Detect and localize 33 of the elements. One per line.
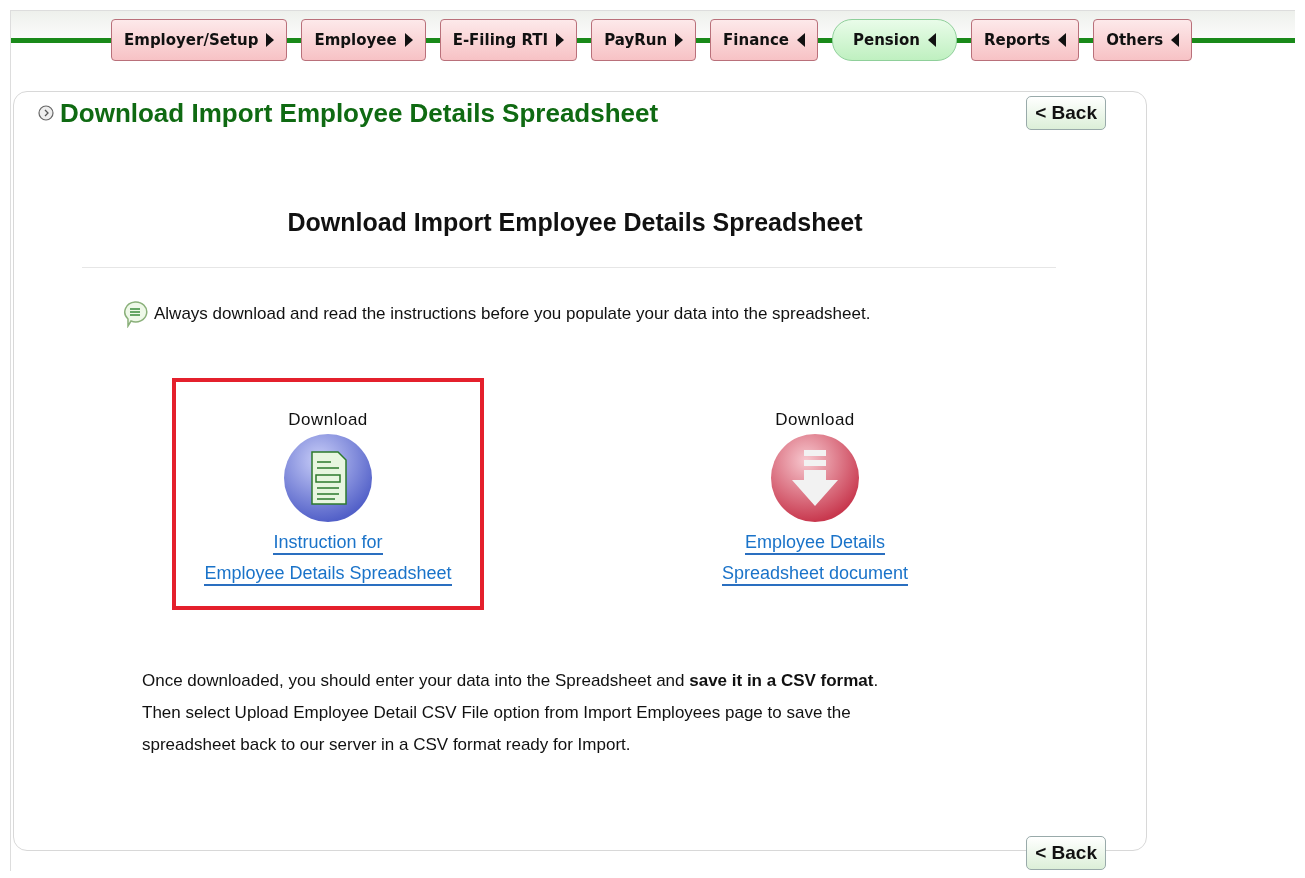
download-link[interactable]: Employee Details Spreadsheet bbox=[204, 563, 452, 586]
caret-icon bbox=[927, 33, 936, 47]
download-caption: Download bbox=[775, 410, 855, 430]
instruction-text: Then select Upload Employee Detail CSV File option from Import Employees page to save the bbox=[142, 702, 852, 724]
chevron-circle-icon bbox=[38, 105, 54, 121]
document-icon bbox=[282, 432, 374, 524]
nav-tab[interactable]: Employer/Setup bbox=[111, 19, 288, 61]
section-heading: Download Import Employee Details Spreadsheet bbox=[286, 208, 864, 237]
download-link[interactable]: Spreadsheet document bbox=[721, 563, 909, 586]
caret-icon bbox=[404, 33, 413, 47]
instruction-text: spreadsheet back to our server in a CSV format ready for Import. bbox=[142, 734, 632, 756]
nav-tab[interactable]: Reports bbox=[970, 19, 1080, 61]
nav-tab[interactable]: Pension bbox=[832, 19, 957, 61]
nav-tab[interactable]: PayRun bbox=[591, 19, 697, 61]
instruction-note: Always download and read the instructions before you populate your data into the spreadsheet. bbox=[154, 304, 871, 324]
caret-icon bbox=[1058, 33, 1067, 47]
download-link[interactable]: Instruction for bbox=[273, 532, 383, 555]
caret-icon bbox=[266, 33, 275, 47]
nav-tab[interactable]: Employee bbox=[301, 19, 426, 61]
caret-icon bbox=[797, 33, 805, 47]
download-caption: Download bbox=[288, 410, 368, 430]
nav-tab[interactable]: Others bbox=[1093, 19, 1193, 61]
nav-tab[interactable]: Finance bbox=[710, 19, 818, 61]
back-button[interactable]: < Back bbox=[1026, 836, 1106, 870]
nav-tab[interactable]: E-Filing RTI bbox=[439, 19, 578, 61]
back-button[interactable]: < Back bbox=[1026, 96, 1106, 130]
page-title: Download Import Employee Details Spreadsheet bbox=[60, 97, 659, 129]
download-link[interactable]: Employee Details bbox=[744, 532, 885, 555]
caret-icon bbox=[675, 33, 684, 47]
instruction-text: Once downloaded, you should enter your data into the Spreadsheet and save it in a CSV format. bbox=[142, 670, 880, 692]
speech-bubble-icon bbox=[122, 300, 148, 328]
caret-icon bbox=[1171, 33, 1180, 47]
caret-icon bbox=[556, 33, 565, 47]
